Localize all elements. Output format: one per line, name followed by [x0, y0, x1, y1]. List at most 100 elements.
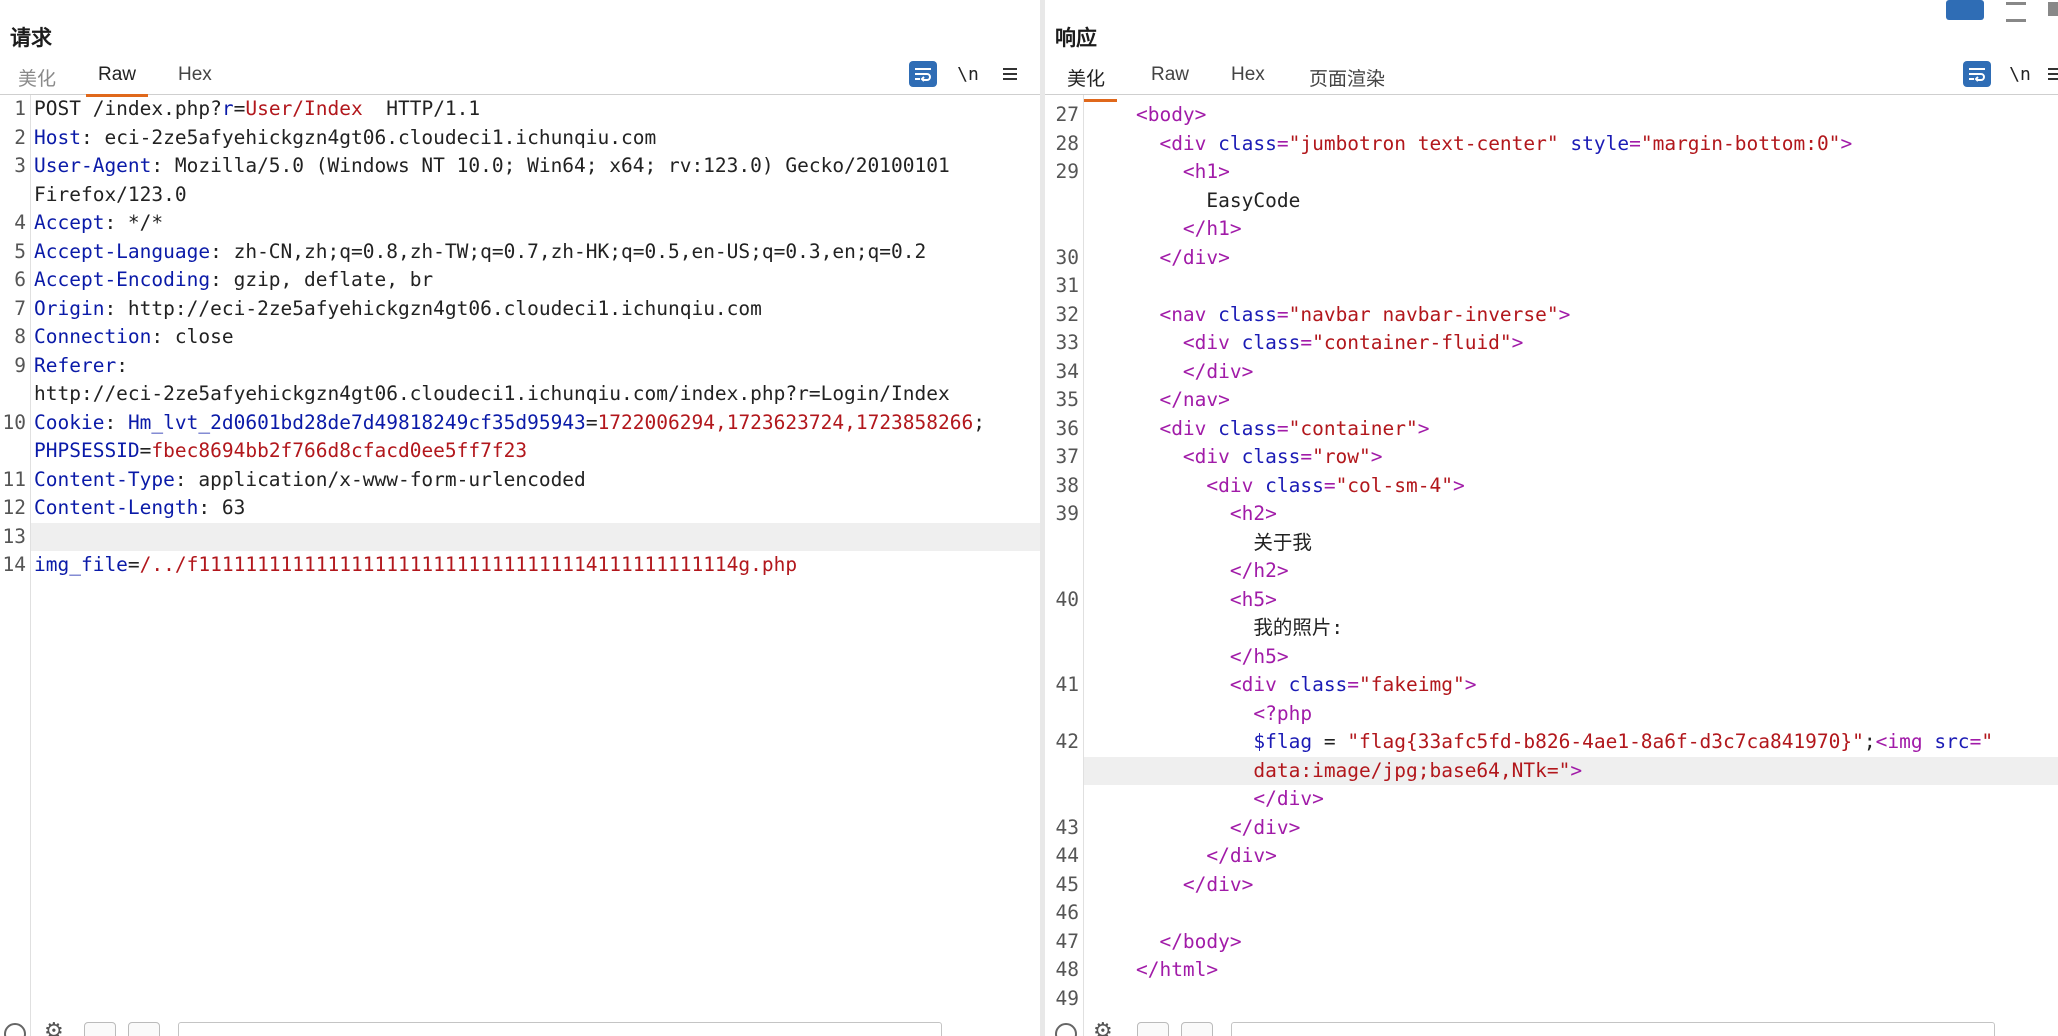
code-line[interactable]: 34 </div> — [1045, 358, 2058, 387]
code-line[interactable]: 37 <div class="row"> — [1045, 443, 2058, 472]
code-line[interactable]: 27 <body> — [1045, 101, 2058, 130]
code-line[interactable]: 33 <div class="container-fluid"> — [1045, 329, 2058, 358]
code-line[interactable]: 38 <div class="col-sm-4"> — [1045, 472, 2058, 501]
code-line[interactable]: <?php — [1045, 700, 2058, 729]
wrap-icon[interactable] — [1963, 61, 1991, 87]
code-token: > — [1370, 445, 1383, 468]
code-text: 我的照片: — [1089, 614, 1343, 643]
code-token: </div> — [1182, 872, 1254, 896]
code-line[interactable]: EasyCode — [1045, 187, 2058, 216]
code-line[interactable]: 31 — [1045, 272, 2058, 301]
code-line[interactable]: 9 Referer: — [0, 352, 1040, 381]
line-number: 47 — [1055, 929, 1079, 953]
gear-icon[interactable]: ⚙ — [44, 1018, 64, 1036]
code-line[interactable]: 12 Content-Length: 63 — [0, 494, 1040, 523]
code-line[interactable]: 6 Accept-Encoding: gzip, deflate, br — [0, 266, 1040, 295]
line-number: 12 — [2, 496, 26, 519]
code-token: > — [1511, 331, 1524, 354]
code-line[interactable]: 36 <div class="container"> — [1045, 415, 2058, 444]
code-line[interactable]: 13 — [3, 522, 1040, 551]
menu-icon[interactable] — [2045, 61, 2058, 87]
code-token: : http://eci-2ze5afyehickgzn4gt06.cloude… — [104, 296, 762, 320]
prev-button[interactable] — [84, 1022, 116, 1036]
tab-raw[interactable]: Raw — [86, 64, 149, 97]
code-line[interactable]: </h5> — [1045, 643, 2058, 672]
code-token: Accept-Language — [34, 239, 211, 263]
code-line[interactable]: 44 </div> — [1045, 842, 2058, 871]
single-layout-icon[interactable] — [2048, 2, 2058, 16]
line-number: 7 — [14, 296, 26, 320]
code-line[interactable]: 3 User-Agent: Mozilla/5.0 (Windows NT 10.… — [0, 152, 1040, 181]
code-line[interactable]: http://eci-2ze5afyehickgzn4gt06.cloudeci… — [0, 380, 1040, 409]
code-line[interactable]: 47 </body> — [1045, 928, 2058, 957]
response-editor[interactable]: 27 <body> 28 <div class="jumbotron text-c… — [1045, 95, 2058, 1036]
newline-toggle[interactable]: \n — [955, 61, 981, 87]
code-token: src — [1934, 730, 1970, 753]
code-line[interactable]: 45 </div> — [1045, 871, 2058, 900]
code-line[interactable]: Firefox/123.0 — [0, 181, 1040, 210]
code-line[interactable]: 46 — [1045, 899, 2058, 928]
menu-icon[interactable] — [997, 61, 1023, 87]
code-text: <div class="container"> — [1089, 415, 1429, 444]
code-line[interactable]: 30 </div> — [1045, 244, 2058, 273]
next-button[interactable] — [1181, 1022, 1213, 1036]
code-text: </h5> — [1089, 643, 1289, 672]
code-line[interactable]: 42 $flag = "flag{33afc5fd-b826-4ae1-8a6f… — [1045, 728, 2058, 757]
search-input[interactable] — [1231, 1022, 1995, 1036]
code-line[interactable]: 14 img_file=/../f111111111111111111111111… — [0, 551, 1040, 580]
code-token: </h5> — [1229, 644, 1289, 668]
search-input[interactable] — [178, 1022, 942, 1036]
help-icon[interactable] — [4, 1023, 26, 1036]
wrap-icon[interactable] — [909, 61, 937, 87]
code-line[interactable]: 1 POST /index.php?r=User/Index HTTP/1.1 — [0, 95, 1040, 124]
code-line[interactable]: 2 Host: eci-2ze5afyehickgzn4gt06.cloudeci… — [0, 124, 1040, 153]
code-line[interactable]: 7 Origin: http://eci-2ze5afyehickgzn4gt06… — [0, 295, 1040, 324]
code-line[interactable]: 我的照片: — [1045, 614, 2058, 643]
tab-pretty[interactable]: 美化 — [6, 64, 68, 99]
code-line[interactable]: 8 Connection: close — [0, 323, 1040, 352]
code-token: <?php — [1253, 701, 1313, 725]
code-line[interactable]: 29 <h1> — [1045, 158, 2058, 187]
newline-toggle[interactable]: \n — [2007, 61, 2033, 87]
code-line[interactable]: PHPSESSID=fbec8694bb2f766d8cfacd0ee5ff7f… — [0, 437, 1040, 466]
tab-hex[interactable]: Hex — [166, 64, 224, 94]
side-by-side-layout-icon[interactable] — [1946, 0, 1984, 20]
help-icon[interactable] — [1055, 1023, 1077, 1036]
code-line[interactable]: 48 </html> — [1045, 956, 2058, 985]
code-line[interactable]: 49 — [1045, 985, 2058, 1014]
line-number: 13 — [2, 524, 26, 548]
code-line[interactable]: 28 <div class="jumbotron text-center" st… — [1045, 130, 2058, 159]
code-token: class — [1218, 131, 1277, 155]
tab-render[interactable]: 页面渲染 — [1297, 64, 1397, 99]
gear-icon[interactable]: ⚙ — [1093, 1018, 1113, 1036]
code-line[interactable]: 40 <h5> — [1045, 586, 2058, 615]
code-line[interactable]: </h1> — [1045, 215, 2058, 244]
code-line[interactable]: 11 Content-Type: application/x-www-form-u… — [0, 466, 1040, 495]
code-line[interactable]: 43 </div> — [1045, 814, 2058, 843]
stacked-layout-icon[interactable] — [2006, 2, 2026, 22]
code-line[interactable]: 5 Accept-Language: zh-CN,zh;q=0.8,zh-TW;q… — [0, 238, 1040, 267]
code-line[interactable]: 41 <div class="fakeimg"> — [1045, 671, 2058, 700]
code-line[interactable]: 32 <nav class="navbar navbar-inverse"> — [1045, 301, 2058, 330]
code-line[interactable]: data:image/jpg;base64,NTk="> — [1084, 756, 2058, 785]
prev-button[interactable] — [1137, 1022, 1169, 1036]
code-line[interactable]: 35 </nav> — [1045, 386, 2058, 415]
code-line[interactable]: </div> — [1045, 785, 2058, 814]
code-token: Accept-Encoding — [34, 268, 211, 291]
line-number: 33 — [1055, 331, 1079, 354]
code-line[interactable]: </h2> — [1045, 557, 2058, 586]
code-line[interactable]: 4 Accept: */* — [0, 209, 1040, 238]
code-line[interactable]: 关于我 — [1045, 529, 2058, 558]
code-text: Origin: http://eci-2ze5afyehickgzn4gt06.… — [34, 295, 762, 324]
code-line[interactable]: 10 Cookie: Hm_lvt_2d0601bd28de7d49818249c… — [0, 409, 1040, 438]
tab-raw[interactable]: Raw — [1139, 64, 1201, 94]
request-editor[interactable]: 1 POST /index.php?r=User/Index HTTP/1.1 2 H… — [0, 95, 1040, 1036]
tab-hex[interactable]: Hex — [1219, 64, 1277, 94]
next-button[interactable] — [128, 1022, 160, 1036]
line-number: 32 — [1055, 302, 1079, 326]
code-token: = — [1969, 730, 1982, 753]
code-line[interactable]: 39 <h2> — [1045, 500, 2058, 529]
code-token: class — [1241, 445, 1301, 468]
